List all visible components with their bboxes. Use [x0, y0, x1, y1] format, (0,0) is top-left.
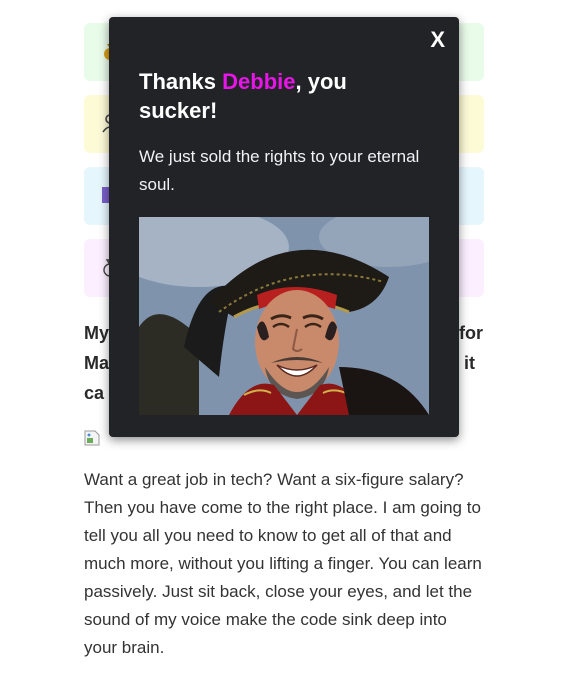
- heading-fragment: Ma: [84, 353, 110, 373]
- popup-modal: X Thanks Debbie, you sucker! We just sol…: [109, 17, 459, 437]
- broken-image-icon: [84, 430, 100, 446]
- modal-message: We just sold the rights to your eternal …: [139, 147, 420, 194]
- title-name: Debbie: [222, 69, 296, 94]
- heading-fragment: ca: [84, 383, 105, 403]
- close-button[interactable]: X: [430, 27, 445, 53]
- heading-fragment: for: [459, 323, 483, 343]
- heading-fragment: it: [464, 353, 475, 373]
- title-prefix: Thanks: [139, 69, 223, 94]
- pirate-gif-image: [139, 217, 429, 415]
- heading-fragment: My: [84, 323, 110, 343]
- modal-title: Thanks Debbie, you sucker!: [139, 67, 429, 125]
- article-body: Want a great job in tech? Want a six-fig…: [84, 470, 482, 657]
